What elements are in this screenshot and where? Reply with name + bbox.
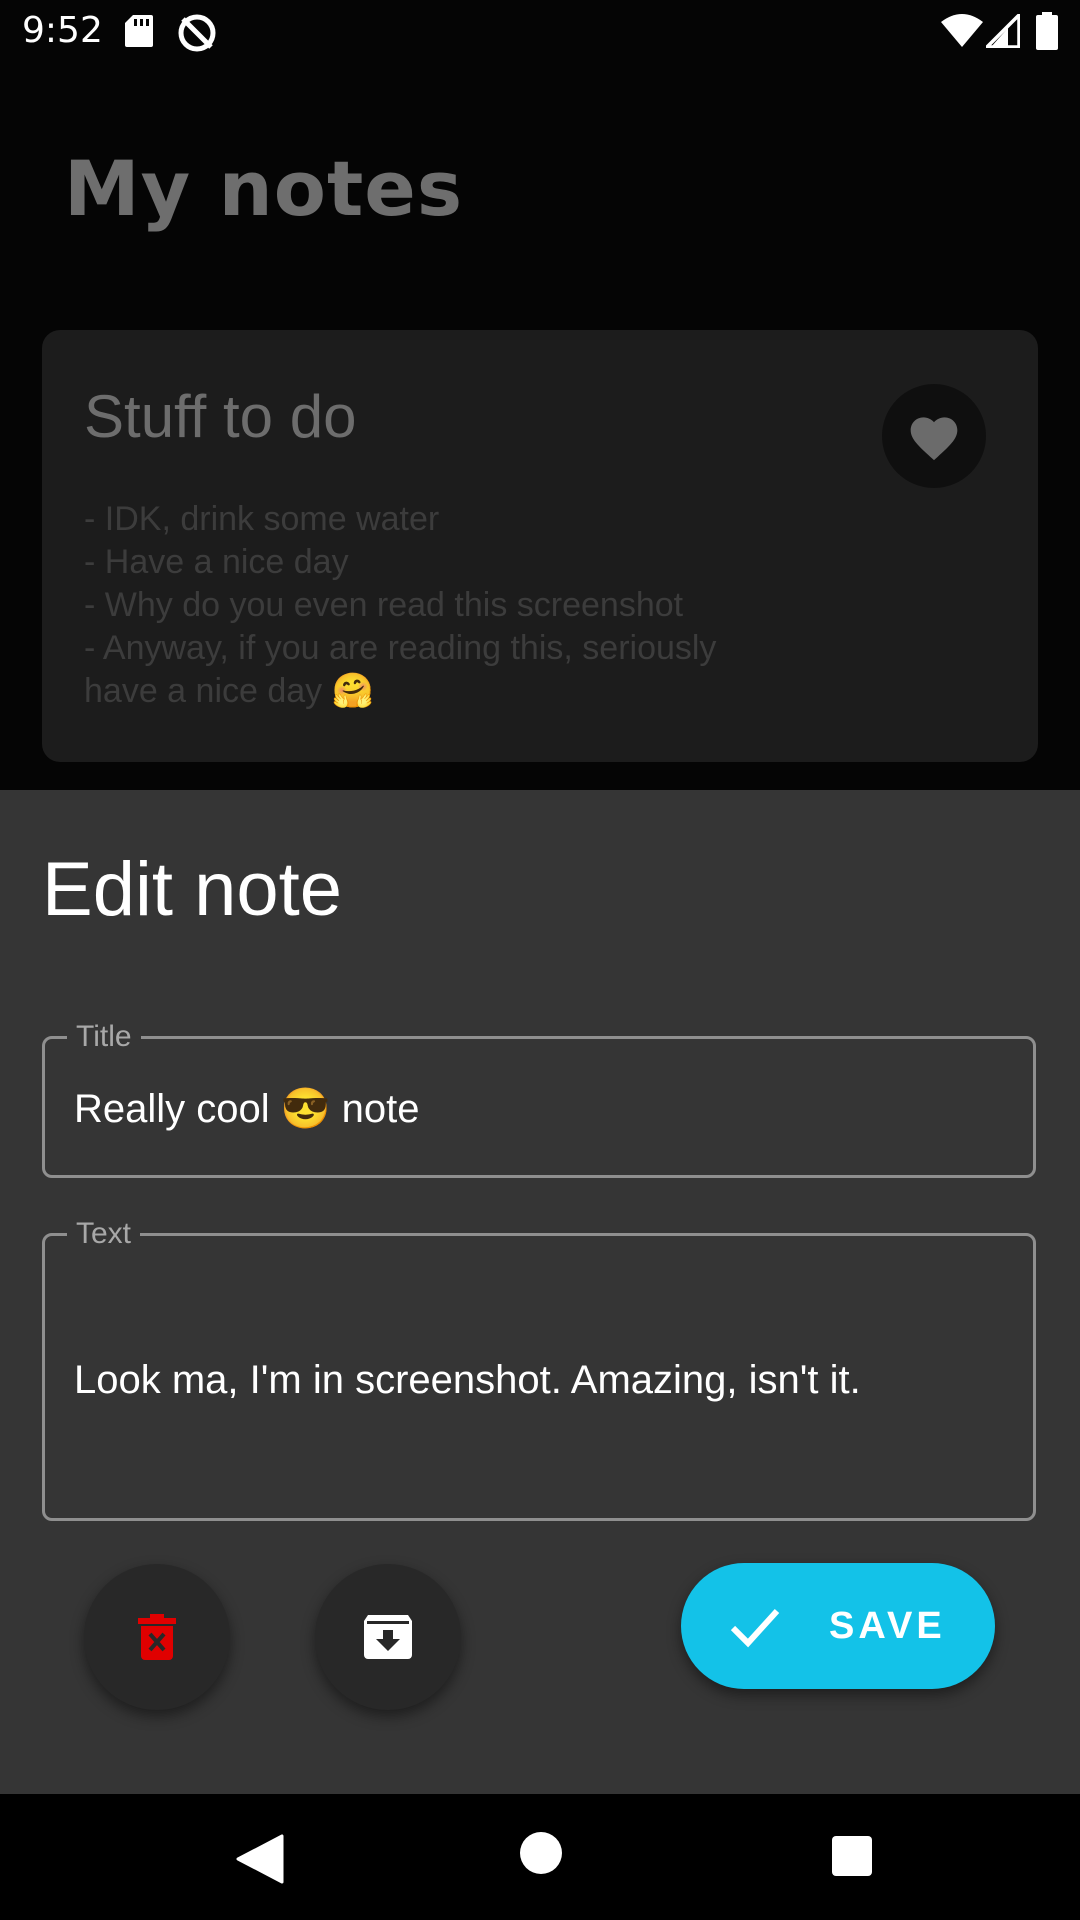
cell-signal-icon — [986, 14, 1020, 48]
check-icon — [730, 1608, 780, 1648]
wifi-icon — [941, 14, 983, 47]
page-title: My notes — [64, 144, 464, 233]
text-field[interactable]: Text Look ma, I'm in screenshot. Amazing… — [42, 1216, 1036, 1521]
battery-icon — [1036, 12, 1058, 50]
trash-icon — [138, 1614, 176, 1660]
note-card[interactable]: Stuff to do - IDK, drink some water - Ha… — [42, 330, 1038, 762]
note-card-title: Stuff to do — [84, 383, 357, 450]
title-field-label: Title — [67, 1019, 141, 1055]
home-icon[interactable] — [520, 1832, 562, 1874]
text-field-label: Text — [67, 1216, 141, 1252]
status-time: 9:52 — [22, 10, 103, 51]
sd-card-icon — [125, 15, 153, 47]
notes-list-screen: My notes Stuff to do - IDK, drink some w… — [0, 64, 1080, 790]
back-icon[interactable] — [236, 1834, 284, 1884]
sheet-title: Edit note — [42, 847, 342, 932]
favorite-button[interactable] — [882, 384, 986, 488]
delete-button[interactable] — [84, 1564, 230, 1710]
archive-button[interactable] — [315, 1564, 461, 1710]
note-card-body: - IDK, drink some water - Have a nice da… — [84, 500, 717, 710]
recents-icon[interactable] — [832, 1836, 872, 1876]
heart-icon — [910, 417, 958, 461]
navigation-bar — [0, 1794, 1080, 1920]
title-field[interactable]: Title Really cool 😎 note — [42, 1019, 1036, 1178]
title-input[interactable]: Really cool 😎 note — [74, 1085, 420, 1132]
archive-icon — [364, 1615, 412, 1659]
save-button-label: SAVE — [829, 1605, 946, 1647]
text-input[interactable]: Look ma, I'm in screenshot. Amazing, isn… — [74, 1358, 861, 1403]
sync-disabled-icon — [178, 14, 216, 52]
edit-note-sheet: Edit note Title Really cool 😎 note Text … — [0, 790, 1080, 1794]
save-button[interactable]: SAVE — [681, 1563, 995, 1689]
status-bar: 9:52 — [0, 0, 1080, 64]
